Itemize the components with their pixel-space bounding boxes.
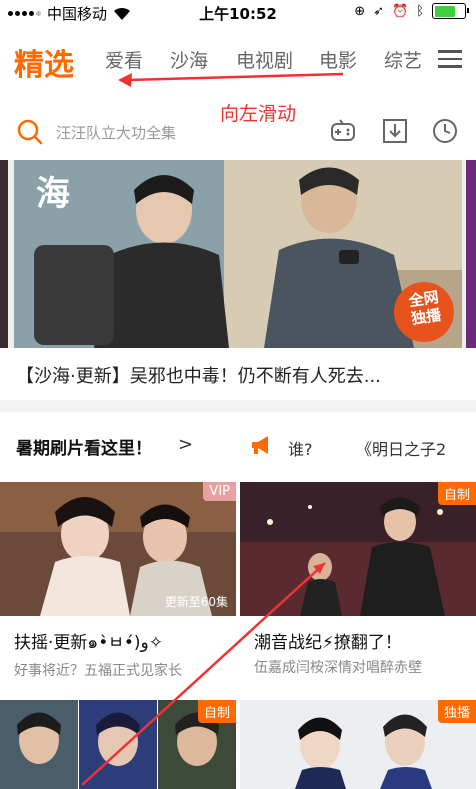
hero-banner[interactable]: 海 全网 独播 (0, 160, 476, 348)
search-icon[interactable] (16, 118, 44, 146)
summer-section-header: 暑期刷片看这里！ > 谁? 《明日之子2 (0, 412, 476, 476)
search-input[interactable]: 汪汪队立大功全集 (56, 122, 176, 143)
chevron-right-icon[interactable]: > (178, 434, 193, 455)
tab-variety[interactable]: 综艺 (384, 46, 424, 73)
search-row: 汪汪队立大功全集 (0, 110, 476, 156)
menu-icon[interactable] (438, 50, 462, 68)
section-title[interactable]: 暑期刷片看这里！ (16, 434, 152, 459)
video-subtitle: 伍嘉成闫桉深情对唱醉赤壁 (254, 660, 422, 676)
exclusive-badge: 独播 (437, 700, 476, 723)
vip-badge: VIP (203, 482, 236, 501)
section-divider (0, 400, 476, 412)
status-bar: 中国移动 上午10:52 ⊕ ➶ ⏰ ᛒ (0, 0, 476, 26)
video-card[interactable]: VIP 更新至60集 扶摇·更新๑•̀ㅂ•́)و✧ 好事将近？五福正式见家长 (0, 482, 236, 680)
original-badge: 自制 (197, 700, 236, 723)
banner-caption[interactable]: 【沙海·更新】吴邪也中毒！仍不断有人死去... (0, 348, 476, 400)
banner-image[interactable]: 海 全网 独播 (14, 160, 462, 348)
video-card[interactable]: 自制 (0, 700, 236, 789)
video-title[interactable]: 扶摇·更新๑•̀ㅂ•́)و✧ (0, 628, 236, 656)
video-thumbnail[interactable]: 独播 (240, 700, 476, 789)
battery-icon (432, 3, 469, 19)
swipe-arrow-annotation (118, 72, 344, 87)
video-thumbnail[interactable]: 自制 (240, 482, 476, 616)
video-thumbnail[interactable]: VIP 更新至60集 (0, 482, 236, 616)
ticker-text-prev[interactable]: 谁? (288, 436, 313, 460)
banner-next-peek (466, 160, 476, 348)
banner-prev-peek (0, 160, 8, 348)
alarm-icon: ⏰ (392, 3, 409, 19)
megaphone-icon (252, 436, 268, 454)
original-badge: 自制 (437, 482, 476, 505)
tab-featured[interactable]: 精选 (14, 40, 74, 84)
game-controller-icon[interactable] (328, 116, 358, 146)
video-thumbnail[interactable]: 自制 (0, 700, 236, 789)
download-icon[interactable] (380, 116, 410, 146)
video-subtitle: 好事将近？五福正式见家长 (14, 663, 182, 679)
exclusive-logo: 全网 独播 (407, 288, 443, 328)
episode-count: 更新至60集 (164, 595, 228, 609)
video-card[interactable]: 独播 (240, 700, 476, 789)
video-title[interactable]: 潮音战纪⚡撩翻了！ (240, 628, 476, 653)
lock-rotation-icon: ⊕ (354, 3, 366, 19)
bluetooth-icon: ᛒ (416, 3, 424, 19)
video-card[interactable]: 自制 潮音战纪⚡撩翻了！ 伍嘉成闫桉深情对唱醉赤壁 (240, 482, 476, 677)
ticker-text[interactable]: 《明日之子2 (356, 436, 476, 460)
location-icon: ➶ (373, 3, 384, 19)
history-icon[interactable] (430, 116, 460, 146)
poster-title-char: 海 (36, 174, 70, 214)
